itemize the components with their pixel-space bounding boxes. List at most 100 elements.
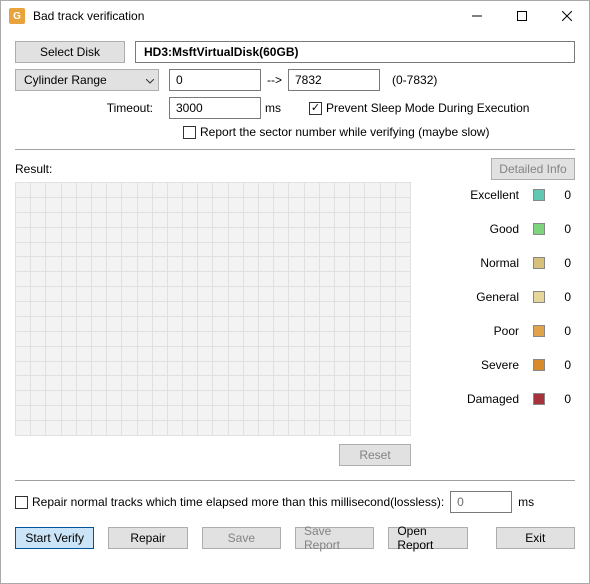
repair-threshold-input[interactable]: 0 (450, 491, 512, 513)
grid-cell (258, 182, 273, 197)
open-report-button[interactable]: Open Report (388, 527, 467, 549)
grid-cell (152, 212, 167, 227)
grid-cell (61, 242, 76, 257)
grid-cell (364, 212, 379, 227)
grid-cell (395, 375, 410, 390)
grid-cell (137, 242, 152, 257)
grid-cell (243, 301, 258, 316)
legend-item: Good0 (431, 222, 571, 236)
grid-cell (364, 182, 379, 197)
start-verify-button[interactable]: Start Verify (15, 527, 94, 549)
grid-cell (61, 212, 76, 227)
minimize-button[interactable] (454, 1, 499, 31)
grid-cell (121, 420, 136, 435)
grid-cell (152, 405, 167, 420)
cylinder-from-input[interactable]: 0 (169, 69, 261, 91)
report-sector-checkbox[interactable] (183, 126, 196, 139)
grid-cell (349, 390, 364, 405)
maximize-button[interactable] (499, 1, 544, 31)
repair-button[interactable]: Repair (108, 527, 187, 549)
grid-cell (121, 286, 136, 301)
grid-cell (228, 227, 243, 242)
grid-cell (212, 227, 227, 242)
grid-cell (167, 256, 182, 271)
grid-cell (152, 346, 167, 361)
grid-cell (243, 197, 258, 212)
grid-cell (91, 361, 106, 376)
grid-cell (76, 301, 91, 316)
repair-threshold-checkbox[interactable] (15, 496, 28, 509)
grid-cell (121, 182, 136, 197)
grid-cell (395, 361, 410, 376)
reset-button[interactable]: Reset (339, 444, 411, 466)
save-report-button[interactable]: Save Report (295, 527, 374, 549)
grid-cell (212, 420, 227, 435)
grid-cell (273, 286, 288, 301)
grid-cell (30, 286, 45, 301)
grid-cell (304, 227, 319, 242)
prevent-sleep-checkbox[interactable] (309, 102, 322, 115)
grid-cell (15, 212, 30, 227)
grid-cell (121, 197, 136, 212)
grid-cell (121, 242, 136, 257)
grid-cell (364, 405, 379, 420)
grid-cell (334, 286, 349, 301)
grid-cell (364, 301, 379, 316)
grid-cell (258, 361, 273, 376)
grid-cell (212, 301, 227, 316)
close-button[interactable] (544, 1, 589, 31)
grid-cell (91, 405, 106, 420)
grid-cell (45, 271, 60, 286)
exit-button[interactable]: Exit (496, 527, 575, 549)
grid-cell (45, 256, 60, 271)
grid-cell (137, 227, 152, 242)
legend-swatch (533, 325, 545, 337)
grid-cell (334, 390, 349, 405)
title-bar: G Bad track verification (1, 1, 589, 31)
prevent-sleep-label: Prevent Sleep Mode During Execution (326, 101, 529, 115)
grid-cell (30, 361, 45, 376)
select-disk-button[interactable]: Select Disk (15, 41, 125, 63)
grid-cell (76, 271, 91, 286)
grid-cell (364, 361, 379, 376)
grid-cell (152, 420, 167, 435)
cylinder-range-select[interactable]: Cylinder Range (15, 69, 159, 91)
grid-cell (91, 212, 106, 227)
grid-cell (364, 420, 379, 435)
grid-cell (273, 375, 288, 390)
grid-cell (243, 346, 258, 361)
detailed-info-button[interactable]: Detailed Info (491, 158, 575, 180)
cylinder-range-label: Cylinder Range (24, 73, 107, 87)
grid-cell (288, 375, 303, 390)
grid-cell (121, 212, 136, 227)
grid-cell (61, 256, 76, 271)
grid-cell (91, 316, 106, 331)
grid-cell (182, 331, 197, 346)
grid-cell (364, 242, 379, 257)
grid-cell (349, 182, 364, 197)
grid-cell (15, 375, 30, 390)
grid-cell (258, 197, 273, 212)
grid-cell (137, 316, 152, 331)
legend: Excellent0Good0Normal0General0Poor0Sever… (411, 182, 575, 436)
grid-cell (334, 420, 349, 435)
grid-cell (334, 242, 349, 257)
grid-cell (380, 361, 395, 376)
timeout-input[interactable]: 3000 (169, 97, 261, 119)
grid-cell (380, 420, 395, 435)
grid-cell (380, 182, 395, 197)
grid-cell (319, 361, 334, 376)
grid-cell (349, 286, 364, 301)
cylinder-to-input[interactable]: 7832 (288, 69, 380, 91)
grid-cell (121, 271, 136, 286)
grid-cell (76, 375, 91, 390)
legend-count: 0 (559, 188, 571, 202)
legend-item: Excellent0 (431, 188, 571, 202)
chevron-down-icon (146, 73, 154, 87)
grid-cell (212, 286, 227, 301)
grid-cell (121, 375, 136, 390)
grid-cell (30, 390, 45, 405)
save-button[interactable]: Save (202, 527, 281, 549)
grid-cell (364, 316, 379, 331)
grid-cell (334, 405, 349, 420)
